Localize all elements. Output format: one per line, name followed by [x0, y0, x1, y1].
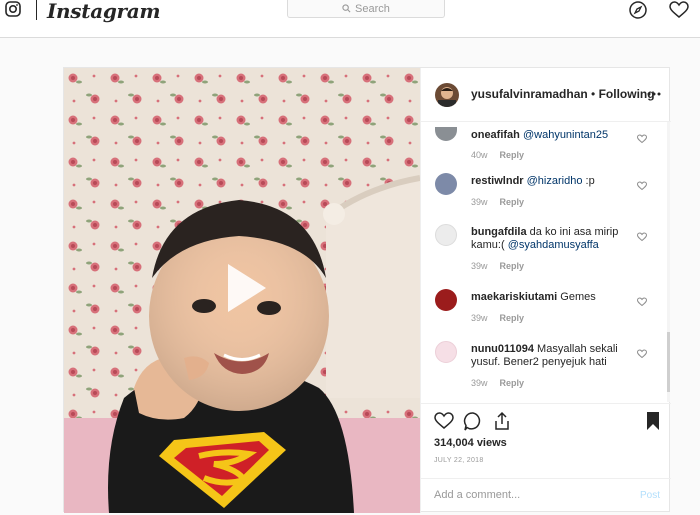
post-date: JULY 22, 2018 — [434, 457, 484, 464]
comment-age: 39w — [471, 313, 488, 323]
commenter-avatar[interactable] — [435, 224, 457, 246]
nav-divider — [36, 0, 37, 20]
search-input[interactable]: Search — [287, 0, 445, 18]
comment-username[interactable]: restiwlndr — [471, 175, 524, 187]
reply-button[interactable]: Reply — [500, 313, 525, 323]
top-nav: Instagram Search — [0, 0, 700, 38]
post-actions: 314,004 views JULY 22, 2018 Add a commen… — [421, 403, 671, 514]
comment-text: bungafdila da ko ini asa mirip kamu:( @s… — [471, 226, 619, 251]
reply-button[interactable]: Reply — [500, 197, 525, 207]
commenter-avatar[interactable] — [435, 173, 457, 195]
reply-button[interactable]: Reply — [500, 378, 525, 388]
search-icon — [342, 4, 351, 13]
comment-meta: 39w Reply — [471, 197, 524, 207]
like-heart-icon[interactable] — [434, 411, 454, 431]
comment-meta: 39w Reply — [471, 261, 524, 271]
post-card: yusufalvinramadhan • Following oneafifah… — [63, 67, 672, 513]
more-options-icon[interactable] — [647, 87, 661, 101]
comment-text: oneafifah @wahyunintan25 — [471, 129, 631, 142]
reply-button[interactable]: Reply — [500, 150, 525, 160]
comment-username[interactable]: bungafdila — [471, 226, 527, 238]
instagram-glyph-icon[interactable] — [5, 1, 21, 17]
comment-meta: 40w Reply — [471, 150, 524, 160]
commenter-avatar[interactable] — [435, 289, 457, 311]
comment-meta: 39w Reply — [471, 313, 524, 323]
comment-bubble-icon[interactable] — [463, 411, 483, 431]
comment-age: 40w — [471, 150, 488, 160]
comment-age: 39w — [471, 261, 488, 271]
comment-username[interactable]: nunu011094 — [471, 343, 534, 355]
header-separator: • — [591, 87, 596, 101]
comment-username[interactable]: oneafifah — [471, 129, 520, 141]
like-comment-heart-icon[interactable] — [637, 349, 647, 359]
play-icon[interactable] — [214, 258, 274, 318]
add-comment-input[interactable]: Add a comment... — [434, 489, 520, 501]
search-placeholder: Search — [355, 3, 390, 15]
post-sidebar: yusufalvinramadhan • Following oneafifah… — [420, 68, 672, 513]
instagram-wordmark[interactable]: Instagram — [47, 0, 161, 23]
bookmark-icon[interactable] — [643, 411, 663, 431]
comment-mention[interactable]: @syahdamusyaffa — [508, 239, 599, 251]
comment-text: maekariskiutami Gemes — [471, 291, 596, 303]
like-comment-heart-icon[interactable] — [637, 297, 647, 307]
post-header: yusufalvinramadhan • Following — [421, 68, 671, 122]
reply-button[interactable]: Reply — [500, 261, 525, 271]
post-video[interactable] — [64, 68, 420, 513]
commenter-avatar[interactable] — [435, 127, 457, 141]
comment-meta: 39w Reply — [471, 378, 524, 388]
comment-mention[interactable]: @wahyunintan25 — [523, 129, 608, 141]
author-avatar[interactable] — [435, 83, 459, 107]
author-username[interactable]: yusufalvinramadhan — [471, 87, 588, 101]
comment-text: nunu011094 Masyallah sekali yusuf. Bener… — [471, 343, 618, 368]
view-count[interactable]: 314,004 views — [434, 437, 507, 449]
comment-age: 39w — [471, 378, 488, 388]
like-comment-heart-icon[interactable] — [637, 232, 647, 242]
author-line: yusufalvinramadhan • Following — [471, 87, 655, 101]
comment-text: restiwlndr @hizaridho :p — [471, 175, 595, 187]
comment-age: 39w — [471, 197, 488, 207]
heart-icon[interactable] — [669, 1, 689, 19]
comments-list[interactable]: oneafifah @wahyunintan25 40w Reply restiw… — [421, 122, 671, 402]
comments-scrollbar[interactable] — [667, 122, 670, 402]
commenter-avatar[interactable] — [435, 341, 457, 363]
like-comment-heart-icon[interactable] — [637, 181, 647, 191]
post-comment-button[interactable]: Post — [640, 490, 660, 501]
share-icon[interactable] — [492, 411, 512, 431]
comment-mention[interactable]: @hizaridho — [527, 175, 583, 187]
comment-username[interactable]: maekariskiutami — [471, 291, 557, 303]
like-comment-heart-icon[interactable] — [637, 134, 647, 144]
compass-icon[interactable] — [629, 1, 647, 19]
add-comment-bar: Add a comment... Post — [421, 478, 671, 515]
